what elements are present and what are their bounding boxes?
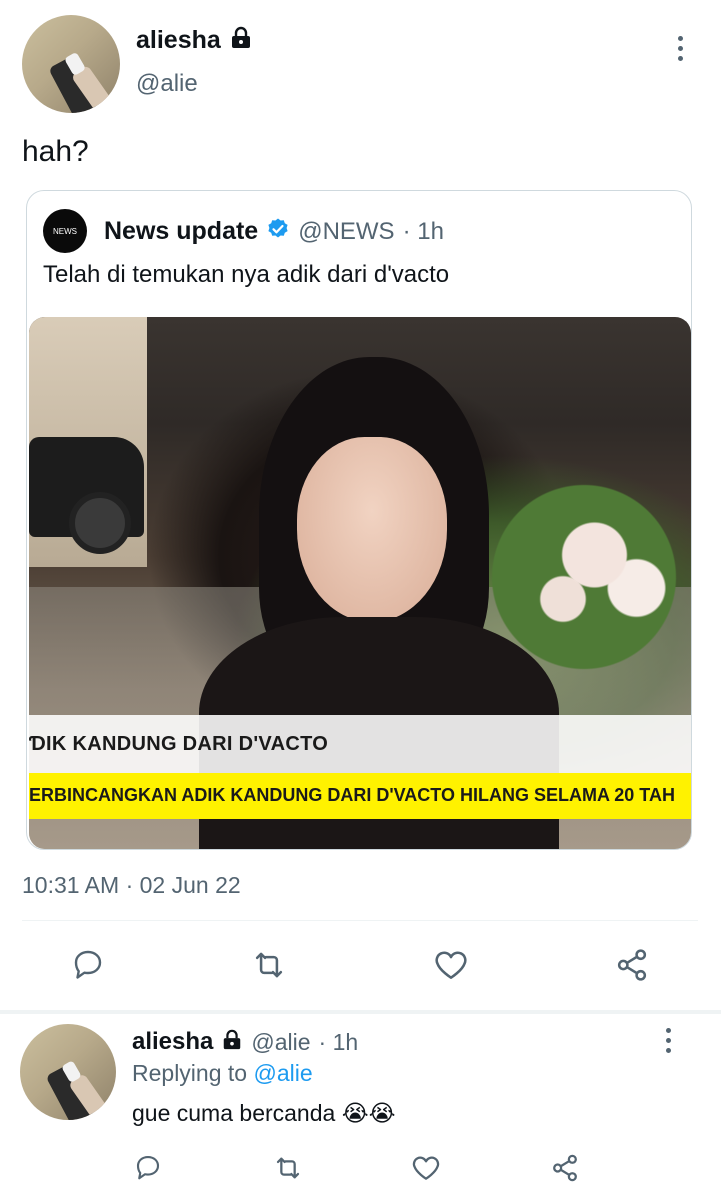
tweet-timestamp[interactable]: 10:31 AM · 02 Jun 22 — [22, 872, 241, 899]
replying-to-link[interactable]: @alie — [253, 1060, 312, 1086]
replying-to: Replying to @alie — [132, 1060, 313, 1086]
lock-icon — [229, 26, 253, 55]
quoted-author-row: News update @NEWS · 1h — [104, 217, 444, 246]
avatar[interactable] — [22, 15, 120, 113]
reply-more-options-icon[interactable] — [666, 1028, 672, 1058]
lock-icon — [221, 1029, 243, 1056]
quoted-age: · 1h — [402, 217, 444, 245]
retweet-icon[interactable] — [250, 946, 288, 984]
quoted-display-name: News update — [104, 217, 259, 245]
news-caption-white: ƊIK KANDUNG DARI D'VACTO — [29, 715, 691, 773]
reply-author-row: aliesha @alie · 1h — [132, 1028, 358, 1056]
reply-text: gue cuma bercanda 😭😭 — [132, 1100, 396, 1126]
news-caption-yellow: ERBINCANGKAN ADIK KANDUNG DARI D'VACTO H… — [29, 773, 691, 819]
quoted-tweet-text: Telah di temukan nya adik dari d'vacto — [43, 261, 450, 288]
verified-badge-icon — [266, 217, 290, 246]
reply-handle[interactable]: @alie — [251, 1029, 310, 1056]
quoted-handle: @NEWS — [298, 217, 395, 245]
handle[interactable]: @alie — [136, 70, 198, 98]
section-divider — [0, 1010, 721, 1014]
like-icon[interactable] — [432, 946, 470, 984]
share-icon[interactable] — [613, 946, 651, 984]
quoted-tweet-image[interactable]: ƊIK KANDUNG DARI D'VACTO ERBINCANGKAN AD… — [29, 317, 691, 849]
divider — [22, 920, 698, 921]
tweet-text: hah? — [22, 135, 89, 168]
share-icon[interactable] — [549, 1152, 581, 1184]
more-options-icon[interactable] — [678, 36, 684, 66]
reply-display-name[interactable]: aliesha — [132, 1028, 213, 1056]
author-row: aliesha — [136, 26, 253, 55]
reply-avatar[interactable] — [20, 1024, 116, 1120]
reply-age: · 1h — [318, 1028, 359, 1055]
retweet-icon[interactable] — [272, 1152, 304, 1184]
quoted-tweet-card[interactable]: NEWS News update @NEWS · 1h Telah di tem… — [26, 190, 692, 850]
news-logo-avatar: NEWS — [43, 209, 87, 253]
reply-icon[interactable] — [133, 1152, 163, 1182]
reply-icon[interactable] — [70, 946, 106, 982]
display-name[interactable]: aliesha — [136, 26, 221, 55]
like-icon[interactable] — [410, 1152, 442, 1184]
